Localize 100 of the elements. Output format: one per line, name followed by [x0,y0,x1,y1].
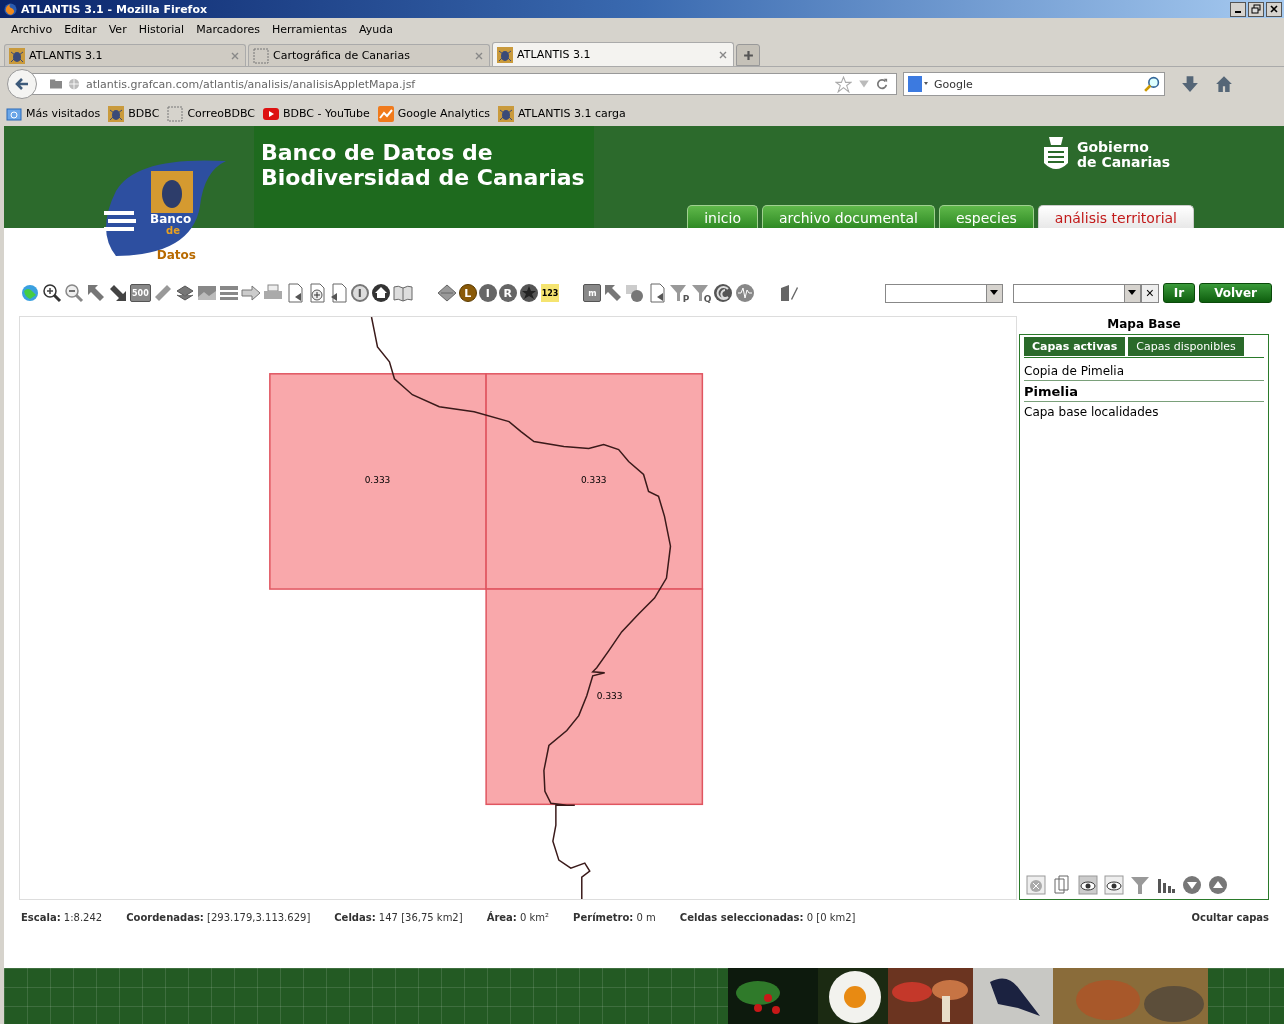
tool-button[interactable]: 500 [130,284,151,302]
search-engine-icon[interactable] [908,76,928,92]
restore-icon [1251,4,1261,14]
panel-tab[interactable]: Capas disponibles [1128,337,1244,356]
government-logo-text: Gobierno [1077,140,1150,155]
restore-button[interactable] [1248,1,1264,17]
tool-button[interactable]: I [478,284,497,302]
browser-tab[interactable]: ATLANTIS 3.1 [4,44,246,66]
stack-icon[interactable] [174,283,195,303]
back-button[interactable] [7,69,37,99]
tool-button[interactable]: R [498,284,517,302]
list-icon[interactable] [218,283,239,303]
home-icon[interactable] [370,283,391,303]
star-icon[interactable] [835,75,852,93]
bookmark-item[interactable]: Google Analytics [377,105,490,122]
document-icon[interactable] [647,283,668,303]
filter-icon[interactable] [1130,875,1150,895]
grid-cell[interactable] [269,373,487,590]
search-field[interactable]: Google [903,72,1165,96]
arrow-up-left-icon[interactable] [86,283,106,303]
minimize-icon [1235,11,1241,13]
menu-item[interactable]: Editar [59,22,104,36]
grid-cell[interactable] [485,588,704,806]
folder-icon [50,78,62,90]
minimize-button[interactable] [1230,1,1246,17]
play-icon [262,105,279,122]
address-bar[interactable]: atlantis.grafcan.com/atlantis/analisis/analisisAppletMapa.jsf [31,73,897,95]
arrow-up-left-icon[interactable] [603,283,624,303]
status-item: Perímetro: 0 m [573,911,656,923]
book-icon[interactable] [392,283,413,303]
browser-tab[interactable]: Cartográfica de Canarias [248,44,490,66]
cell-value: 0.333 [596,690,623,701]
status-item: Coordenadas: [293.179,3.113.629] [126,911,311,923]
menu-item[interactable]: Archivo [6,22,60,36]
cell-value: 0.333 [364,475,391,486]
go-button[interactable]: Ir [1162,283,1196,303]
logo-text: Datos [156,249,196,261]
close-button[interactable] [1266,1,1282,17]
nav-tab[interactable]: análisis territorial [1037,205,1194,228]
arrow-down-right-icon[interactable] [108,283,128,303]
menu-item[interactable]: Herramientas [266,22,354,36]
cell-value: 0.333 [580,475,607,486]
tool-button[interactable]: L [458,284,477,302]
caret-icon [1128,290,1137,296]
government-logo-text: de Canarias [1077,155,1170,170]
beetle-icon [497,105,514,122]
bookmark-item[interactable]: BDBC [108,105,160,122]
arrow-right-icon[interactable] [240,283,261,303]
tool-button[interactable]: I [350,284,369,302]
shapes-icon[interactable] [625,283,646,303]
site-title: Biodiversidad de Canarias [261,165,586,190]
menu-item[interactable]: Ver [103,22,134,36]
search-icon[interactable] [1143,75,1160,93]
new-tab-button[interactable] [736,44,760,66]
layer-dropdown[interactable] [884,283,1003,303]
back-button[interactable]: Volver [1199,283,1272,303]
hide-layers-link[interactable]: Ocultar capas [1191,911,1269,923]
bookmark-item[interactable]: Más visitados [6,105,101,122]
blank-page-icon [167,105,184,122]
plus-icon [742,49,754,61]
line-chart-icon [377,105,394,122]
blank-page-icon [253,47,269,64]
url-text: atlantis.grafcan.com/atlantis/analisis/analisisAppletMapa.jsf [86,77,417,91]
back-arrow-icon [14,76,30,92]
logo-text: Banco [150,213,192,225]
pencil-icon[interactable] [779,283,800,303]
layer-item[interactable]: Capa base localidades [1024,403,1264,421]
reload-icon[interactable] [876,78,888,90]
download-icon[interactable] [1181,75,1199,93]
search-combo[interactable] [1012,283,1141,303]
menu-item[interactable]: Marcadores [191,22,267,36]
copy-icon[interactable] [1052,875,1072,895]
panel-tab[interactable]: Capas activas [1024,337,1126,356]
browser-tab[interactable]: ATLANTIS 3.1 [492,42,734,66]
filter-button[interactable]: Q [691,283,712,303]
tool-button[interactable]: m [583,284,602,302]
window-title: ATLANTIS 3.1 - Mozilla Firefox [21,2,208,16]
beetle-icon [9,47,25,64]
zoom-in-icon[interactable] [42,283,62,303]
swirl-icon[interactable] [713,283,734,303]
menu-item[interactable]: Historial [133,22,192,36]
zoom-out-icon[interactable] [64,283,84,303]
bookmark-item[interactable]: ATLANTIS 3.1 carga [497,105,626,122]
wave-icon[interactable] [735,283,756,303]
eye-icon[interactable] [1078,875,1098,895]
layer-item[interactable]: Copia de Pimelia [1024,362,1264,381]
menu-item[interactable]: Ayuda [353,22,400,36]
bookmark-item[interactable]: CorreoBDBC [167,105,255,122]
bookmark-item[interactable]: BDBC - YouTube [262,105,370,122]
tool-button[interactable]: 123 [540,284,560,302]
status-item: Celdas seleccionadas: 0 [0 km2] [679,911,856,923]
close-tab-icon[interactable] [719,50,727,59]
map-canvas[interactable]: 0.333 0.333 0.333 [19,316,1017,900]
image-icon[interactable] [196,283,217,303]
grid-cell[interactable] [485,373,704,590]
filter-button[interactable]: P [669,283,690,303]
beetle-icon [108,105,125,122]
layer-item[interactable]: Pimelia [1024,382,1264,402]
eye-icon[interactable] [1104,875,1124,895]
logo-text: de [166,225,180,237]
